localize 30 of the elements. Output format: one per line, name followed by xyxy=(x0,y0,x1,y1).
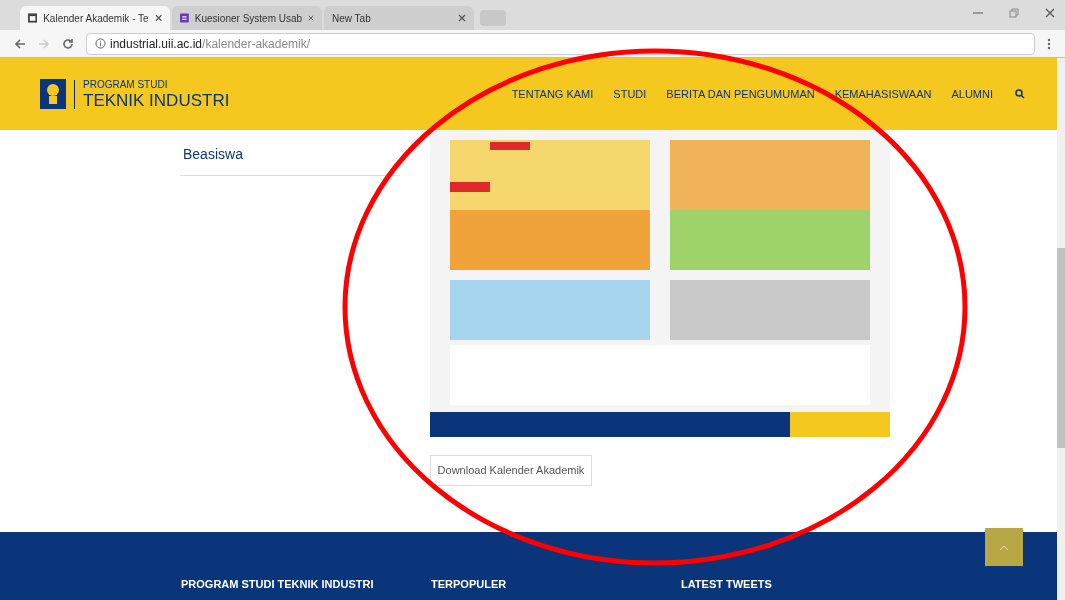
footer-heading: PROGRAM STUDI TEKNIK INDUSTRI xyxy=(181,577,375,592)
info-icon xyxy=(95,38,106,49)
close-icon[interactable] xyxy=(308,14,314,22)
logo-subtitle: PROGRAM STUDI xyxy=(83,79,169,90)
reload-icon[interactable] xyxy=(62,37,74,50)
url-text: industrial.uii.ac.id/kalender-akademik/ xyxy=(110,35,311,53)
page-icon xyxy=(28,13,38,23)
download-button[interactable]: Download Kalender Akademik xyxy=(430,455,592,486)
browser-tab[interactable]: Kuesioner System Usab xyxy=(172,6,322,30)
close-icon[interactable] xyxy=(154,14,162,22)
back-icon[interactable] xyxy=(14,37,26,50)
nav-link[interactable]: TENTANG KAMI xyxy=(511,85,594,103)
caret-up-icon xyxy=(1000,544,1008,550)
logo-icon[interactable] xyxy=(40,79,66,109)
search-icon[interactable] xyxy=(1015,89,1025,99)
menu-icon[interactable] xyxy=(1047,37,1051,50)
nav-link[interactable]: BERITA DAN PENGUMUMAN xyxy=(666,85,815,103)
nav-link[interactable]: ALUMNI xyxy=(951,85,993,103)
nav-link[interactable]: KEMAHASISWAAN xyxy=(834,85,932,103)
nav-link[interactable]: STUDI xyxy=(613,85,647,103)
form-icon xyxy=(180,12,189,24)
address-bar[interactable]: industrial.uii.ac.id/kalender-akademik/ xyxy=(86,32,1035,55)
close-icon[interactable] xyxy=(458,14,466,22)
logo-title: TEKNIK INDUSTRI xyxy=(83,91,230,109)
footer-heading: LATEST TWEETS xyxy=(681,577,773,592)
sidebar-link[interactable]: Beasiswa xyxy=(180,130,400,176)
browser-tab[interactable]: New Tab xyxy=(324,6,474,30)
close-icon[interactable] xyxy=(1045,8,1055,18)
browser-tab[interactable]: Kalender Akademik - Te xyxy=(20,6,170,30)
footer-heading: TERPOPULER xyxy=(431,577,508,592)
